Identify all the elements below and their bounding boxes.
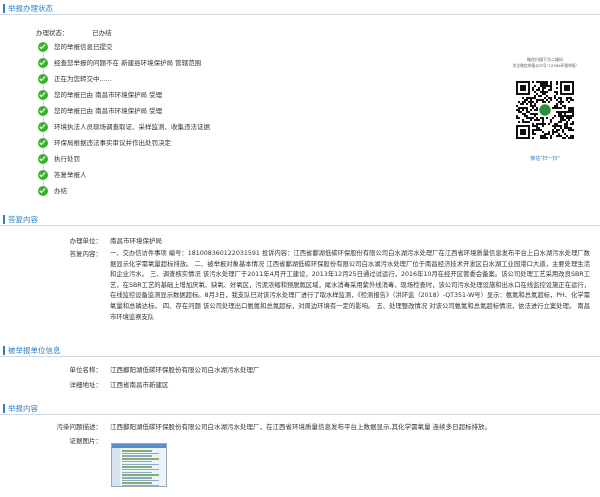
unit-address-value: 江西省南昌市新建区 (110, 381, 169, 389)
wechat-qr-panel: 微信扫描下方二维码 关注微信举报公众号"12369环保举报" 微信"扫一扫" (502, 57, 588, 169)
section-header-reported-unit: 被举报单位信息 (0, 344, 600, 357)
section-accent-bar (3, 346, 5, 355)
qr-caption-line1: 微信扫描下方二维码 (527, 57, 563, 62)
thumb-sidebar (112, 448, 120, 486)
status-label: 办理状态： (36, 29, 69, 37)
progress-step-label: 答复举报人 (54, 171, 87, 179)
reply-content-label: 答复内容： (69, 250, 103, 258)
progress-step-label: 办结 (54, 187, 67, 195)
qr-footer: 微信"扫一扫" (530, 156, 560, 162)
section-title: 答复内容 (8, 215, 38, 224)
progress-step-label: 您的举报已由 南昌市环境保护局 受理 (54, 107, 163, 115)
pollution-desc-value: 江西鄱阳湖低碳环保股份有限公司白水湖污水处理厂，在江西省环境质量信息发布平台上数… (110, 423, 492, 431)
section-header-reply: 答复内容 (0, 213, 600, 226)
section-title: 被举报单位信息 (8, 346, 61, 355)
progress-step-label: 环境执法人员现场调查取证、采样监测、收集违法证据 (54, 123, 210, 131)
check-circle-icon (38, 170, 48, 180)
progress-step-label: 经查您举报的问题不在 新建县环境保护局 管辖范围 (54, 59, 202, 67)
reply-content-text: 一、交办信访件事项 编号：181008360122031591 投诉内容：江西省… (110, 250, 590, 321)
section-title: 举报办理状态 (8, 4, 53, 13)
section-header-report-content: 举报内容 (0, 402, 600, 415)
check-circle-icon (38, 90, 48, 100)
evidence-image-label: 证据图片： (69, 437, 103, 445)
pollution-desc-label: 污染问题描述： (56, 423, 103, 431)
qr-caption-line2: 关注微信举报公众号"12369环保举报" (512, 63, 578, 68)
section-divider (0, 14, 600, 15)
check-circle-icon (38, 154, 48, 164)
section-accent-bar (3, 404, 5, 413)
thumb-titlebar (112, 444, 166, 448)
check-circle-icon (38, 186, 48, 196)
unit-name-value: 江西鄱阳湖低碳环保股份有限公司白水湖污水处理厂 (110, 366, 260, 374)
check-circle-icon (38, 106, 48, 116)
check-circle-icon (38, 58, 48, 68)
section-divider (0, 356, 600, 357)
qr-code-icon (516, 81, 574, 139)
check-circle-icon (38, 42, 48, 52)
section-header-progress: 举报办理状态 (0, 2, 600, 15)
status-value: 已办结 (92, 29, 112, 37)
section-accent-bar (3, 215, 5, 224)
evidence-image-thumbnail[interactable] (111, 443, 167, 487)
reply-unit-label: 办理单位： (69, 237, 103, 245)
section-title: 举报内容 (8, 404, 38, 413)
progress-step-label: 您的举报已由 南昌市环境保护局 受理 (54, 91, 163, 99)
check-circle-icon (38, 74, 48, 84)
progress-step-label: 执行处罚 (54, 155, 80, 163)
reply-unit-value: 南昌市环境保护局 (110, 237, 162, 245)
status-row: 办理状态： 已办结 (36, 27, 112, 37)
progress-step-label: 正在为您转交中...... (54, 75, 112, 83)
section-divider (0, 225, 600, 226)
progress-step-label: 您的举报信息已提交 (54, 43, 113, 51)
check-circle-icon (38, 122, 48, 132)
unit-name-label: 单位名称： (69, 366, 103, 374)
unit-address-label: 详细地址： (69, 381, 103, 389)
section-accent-bar (3, 4, 5, 13)
progress-step-label: 环保局根据违法事实审议并作出处罚决定 (54, 139, 171, 147)
section-divider (0, 414, 600, 415)
check-circle-icon (38, 138, 48, 148)
